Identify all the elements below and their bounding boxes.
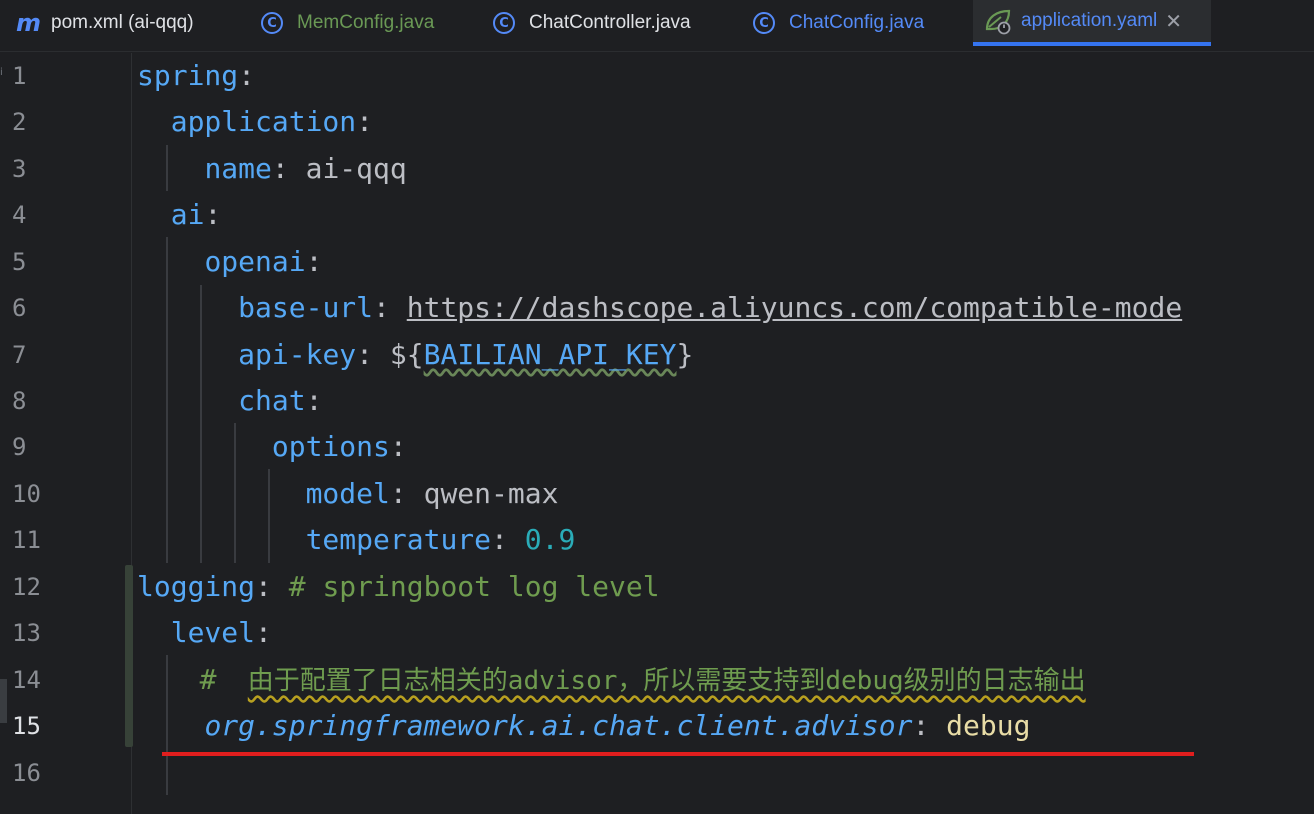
code-line-15[interactable]: org.springframework.ai.chat.client.advis…: [137, 703, 1030, 749]
tab-memconfig-java[interactable]: C MemConfig.java: [261, 0, 434, 46]
yaml-key: name: [204, 152, 272, 185]
tab-chatconfig-java[interactable]: C ChatConfig.java: [753, 0, 924, 46]
code-line-12[interactable]: logging: # springboot log level: [137, 564, 660, 610]
env-placeholder[interactable]: BAILIAN_API_KEY: [424, 338, 677, 371]
code-line-3[interactable]: name: ai-qqq: [137, 146, 407, 192]
line-number: 5: [12, 248, 27, 276]
yaml-comment: # springboot log level: [288, 570, 660, 603]
line-number-gutter: i 1 2 3 4 5 6 7 8 9 10 11 12 13 14 15 16: [0, 53, 120, 814]
code-line-1[interactable]: spring:: [137, 53, 255, 99]
code-line-5[interactable]: openai:: [137, 239, 322, 285]
yaml-comment-chinese: 由于配置了日志相关的advisor，所以需要支持到debug级别的日志输出: [247, 666, 1086, 696]
java-class-icon: C: [261, 12, 283, 34]
colon: :: [305, 245, 323, 278]
tab-label: MemConfig.java: [297, 12, 435, 33]
placeholder-open: ${: [389, 338, 424, 371]
tab-label: ChatConfig.java: [789, 12, 925, 33]
line-number: 2: [12, 108, 27, 136]
yaml-key: api-key: [238, 338, 357, 371]
yaml-key: model: [305, 477, 390, 510]
line-number: 6: [12, 294, 27, 322]
code-line-7[interactable]: api-key: ${BAILIAN_API_KEY}: [137, 332, 693, 378]
editor-tab-bar: m pom.xml (ai-qqq) C MemConfig.java C Ch…: [0, 0, 1314, 52]
code-line-11[interactable]: temperature: 0.9: [137, 517, 576, 563]
code-line-8[interactable]: chat:: [137, 378, 322, 424]
vcs-change-marker[interactable]: [125, 565, 133, 747]
placeholder-close: }: [676, 338, 694, 371]
yaml-value: qwen-max: [423, 477, 559, 510]
yaml-key: application: [170, 105, 357, 138]
maven-icon: m: [16, 9, 42, 37]
colon: :: [238, 59, 256, 92]
line-number: 11: [12, 526, 41, 554]
current-line-marker: [0, 679, 7, 723]
code-line-14[interactable]: # 由于配置了日志相关的advisor，所以需要支持到debug级别的日志输出: [137, 657, 1086, 703]
line-number: 4: [12, 201, 27, 229]
spring-leaf-icon: [983, 7, 1013, 35]
line-number: 12: [12, 573, 41, 601]
colon: :: [255, 570, 272, 603]
colon: :: [255, 616, 272, 649]
code-line-13[interactable]: level:: [137, 610, 272, 656]
url-link[interactable]: https://dashscope.aliyuncs.com/compatibl…: [407, 291, 1182, 324]
yaml-key: base-url: [238, 291, 374, 324]
gutter-mark: i: [0, 67, 3, 78]
yaml-value-debug: debug: [946, 709, 1031, 742]
code-line-10[interactable]: model: qwen-max: [137, 471, 559, 517]
yaml-key: ai: [170, 198, 205, 231]
tab-chatcontroller-java[interactable]: C ChatController.java: [493, 0, 691, 46]
line-number: 16: [12, 759, 41, 787]
colon: :: [912, 709, 930, 742]
line-number: 9: [12, 433, 27, 461]
yaml-key: openai: [204, 245, 306, 278]
java-class-icon: C: [493, 12, 515, 34]
yaml-value: ai-qqq: [305, 152, 407, 185]
yaml-number: 0.9: [524, 523, 576, 556]
colon: :: [389, 430, 407, 463]
code-line-6[interactable]: base-url: https://dashscope.aliyuncs.com…: [137, 285, 1182, 331]
colon: :: [356, 338, 374, 371]
tab-label: ChatController.java: [529, 12, 691, 33]
yaml-key: options: [271, 430, 390, 463]
java-class-icon: C: [753, 12, 775, 34]
code-line-9[interactable]: options:: [137, 424, 407, 470]
line-number: 10: [12, 480, 41, 508]
line-number-current: 15: [12, 712, 41, 740]
close-tab-icon[interactable]: ✕: [1165, 0, 1182, 44]
yaml-key: logging: [137, 570, 256, 603]
tab-label: application.yaml: [1021, 10, 1158, 31]
red-annotation-underline: [162, 752, 1194, 756]
line-number: 14: [12, 666, 41, 694]
code-line-2[interactable]: application:: [137, 99, 373, 145]
tab-application-yaml[interactable]: application.yaml ✕: [973, 0, 1211, 46]
line-number: 8: [12, 387, 27, 415]
yaml-key: level: [170, 616, 256, 649]
tab-label: pom.xml (ai-qqq): [51, 12, 194, 33]
comment-hash: #: [199, 663, 217, 696]
yaml-key-logger: org.springframework.ai.chat.client.advis…: [204, 709, 913, 742]
line-number: 13: [12, 619, 41, 647]
line-number: 7: [12, 341, 27, 369]
colon: :: [305, 384, 323, 417]
colon: :: [389, 477, 407, 510]
line-number: 1: [12, 62, 27, 90]
colon: :: [356, 105, 374, 138]
colon: :: [204, 198, 222, 231]
colon: :: [271, 152, 289, 185]
code-line-4[interactable]: ai:: [137, 192, 222, 238]
yaml-key: temperature: [305, 523, 492, 556]
line-number: 3: [12, 155, 27, 183]
code-editor[interactable]: i 1 2 3 4 5 6 7 8 9 10 11 12 13 14 15 16…: [0, 53, 1314, 814]
colon: :: [491, 523, 508, 556]
colon: :: [373, 291, 390, 324]
tab-pom-xml[interactable]: m pom.xml (ai-qqq): [16, 0, 194, 46]
yaml-key: spring: [137, 59, 239, 92]
yaml-key: chat: [238, 384, 306, 417]
